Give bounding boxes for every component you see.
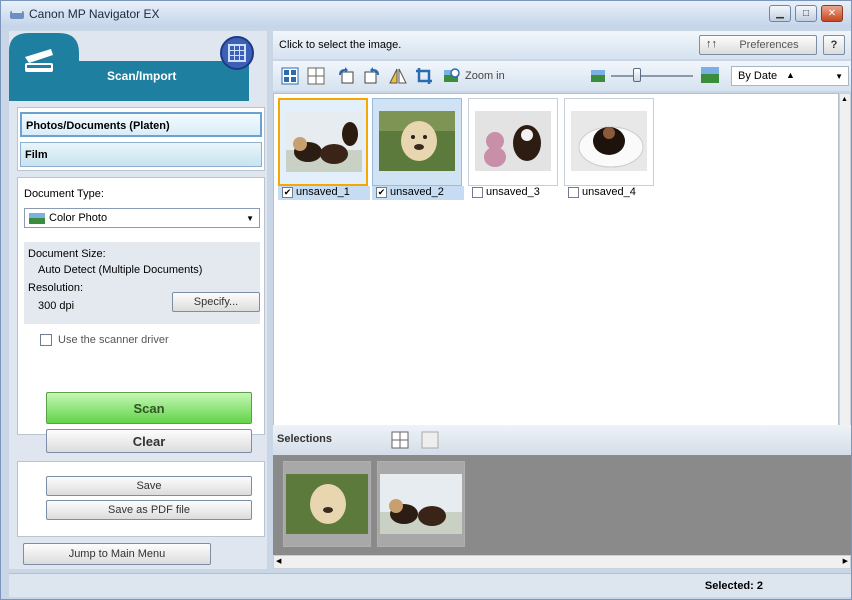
image-toolbar: Zoom in By Date ▲ ▼ [273,61,851,91]
selected-count: Selected: 2 [704,580,763,592]
hint-text: Click to select the image. [279,39,402,51]
minimize-button[interactable]: ▁ [769,5,791,22]
help-button[interactable]: ? [823,35,845,55]
scroll-up-icon[interactable]: ▲ [841,96,848,103]
preferences-label: Preferences [739,39,799,51]
thumbnail-unsaved-3[interactable] [468,98,558,186]
sort-select[interactable]: By Date ▲ ▼ [731,66,849,86]
menu-item-photos-documents[interactable]: Photos/Documents (Platen) [20,112,262,137]
clear-button[interactable]: Clear [46,429,252,453]
viewer-scrollbar[interactable]: ▲ ▼ [839,93,851,439]
scanner-driver-checkbox[interactable] [40,334,52,346]
maximize-icon: □ [802,8,810,19]
document-size-label: Document Size: [28,248,106,260]
thumbnail-label-1: unsaved_1 [296,186,350,198]
caption-unsaved-4: unsaved_4 [564,186,656,200]
chevron-down-icon: ▼ [835,72,843,81]
resolution-value: 300 dpi [38,300,75,312]
app-window: Canon MP Navigator EX ▁ □ ✕ Scan/Import [0,0,852,600]
caption-unsaved-2: ✔ unsaved_2 [372,186,464,200]
resolution-label: Resolution: [28,282,84,294]
rotate-right-icon[interactable] [363,67,381,85]
select-all-icon[interactable] [281,67,299,85]
dogs-photo [286,112,362,172]
thumbnail-label-3: unsaved_3 [486,186,540,198]
scan-import-title: Scan/Import [107,69,177,83]
document-type-select[interactable]: Color Photo ▼ [24,208,260,228]
thumbnail-size-slider[interactable] [611,75,693,77]
hint-bar: Click to select the image. ↑↑ Preference… [273,31,851,59]
menu-item-film[interactable]: Film [20,142,262,167]
small-thumbnail-icon[interactable] [591,70,605,82]
minimize-icon: ▁ [776,8,784,19]
color-photo-icon [29,213,45,224]
scroll-right-icon[interactable]: ▶ [843,557,848,565]
close-icon: ✕ [827,8,837,19]
selections-single-icon[interactable] [421,431,439,449]
crop-icon[interactable] [415,67,433,85]
app-logo-icon [10,9,24,19]
selections-grid-icon[interactable] [391,431,409,449]
dog-photo [379,111,455,171]
sort-value: By Date [738,70,778,82]
jump-to-main-menu-button[interactable]: Jump to Main Menu [23,543,211,565]
library-icon[interactable] [219,35,255,71]
close-button[interactable]: ✕ [821,5,843,22]
thumbnail-label-2: unsaved_2 [390,186,444,198]
tray-item-1[interactable] [283,461,371,547]
thumbnail-checkbox-2[interactable]: ✔ [376,187,387,198]
scanner-icon [25,49,53,72]
title-bar: Canon MP Navigator EX ▁ □ ✕ [1,1,851,27]
chevron-down-icon: ▼ [246,214,254,223]
right-panel: Click to select the image. ↑↑ Preference… [273,31,851,571]
dogs-photo [380,474,462,534]
preferences-button[interactable]: ↑↑ Preferences [699,35,817,55]
selections-tray [273,455,851,555]
thumbnail-unsaved-1[interactable] [278,98,368,186]
document-size-value: Auto Detect (Multiple Documents) [38,264,203,276]
thumbnail-label-4: unsaved_4 [582,186,636,198]
tray-scrollbar[interactable]: ◀ ▶ [273,555,851,569]
source-menu: Photos/Documents (Platen) Film [17,107,265,171]
scan-settings: Document Type: Color Photo ▼ Document Si… [17,177,265,453]
document-type-label: Document Type: [24,188,104,200]
scan-import-header: Scan/Import [9,31,267,101]
selections-bar: Selections [273,425,851,455]
zoom-in-label: Zoom in [465,70,505,82]
scanner-driver-label: Use the scanner driver [58,334,169,346]
caption-unsaved-1: ✔ unsaved_1 [278,186,370,200]
specify-button[interactable]: Specify... [172,292,260,312]
image-viewer: ✔ unsaved_1 ✔ unsaved_2 unsaved_3 unsave… [273,93,839,439]
caption-unsaved-3: unsaved_3 [468,186,560,200]
teddy-dog-photo [475,111,551,171]
mirror-icon[interactable] [389,67,407,85]
thumbnail-unsaved-4[interactable] [564,98,654,186]
maximize-button[interactable]: □ [795,5,817,22]
thumbnail-checkbox-4[interactable] [568,187,579,198]
window-title: Canon MP Navigator EX [29,7,160,21]
thumbnail-checkbox-1[interactable]: ✔ [282,187,293,198]
selections-label: Selections [277,433,333,445]
save-button[interactable]: Save [46,476,252,496]
thumbnail-unsaved-2[interactable] [372,98,462,186]
status-bar: Selected: 2 [9,573,851,597]
scan-button[interactable]: Scan [46,392,252,424]
save-as-pdf-button[interactable]: Save as PDF file [46,500,252,520]
dog-photo [286,474,368,534]
large-thumbnail-icon[interactable] [701,67,719,85]
slider-handle[interactable] [633,68,641,82]
thumbnail-checkbox-3[interactable] [472,187,483,198]
tray-item-2[interactable] [377,461,465,547]
document-size-box: Document Size: Auto Detect (Multiple Doc… [24,242,260,324]
preferences-icon: ↑↑ [706,38,717,50]
output-panel: Save Save as PDF file [17,461,265,537]
rotate-left-icon[interactable] [337,67,355,85]
grid-view-icon[interactable] [307,67,325,85]
sort-ascending-icon: ▲ [786,70,795,80]
left-panel: Scan/Import Photos/Documents (Platen) Fi… [9,31,267,569]
dog-plate-photo [571,111,647,171]
zoom-in-icon[interactable] [443,67,461,85]
document-type-value: Color Photo [49,212,108,224]
scroll-left-icon[interactable]: ◀ [276,557,281,565]
